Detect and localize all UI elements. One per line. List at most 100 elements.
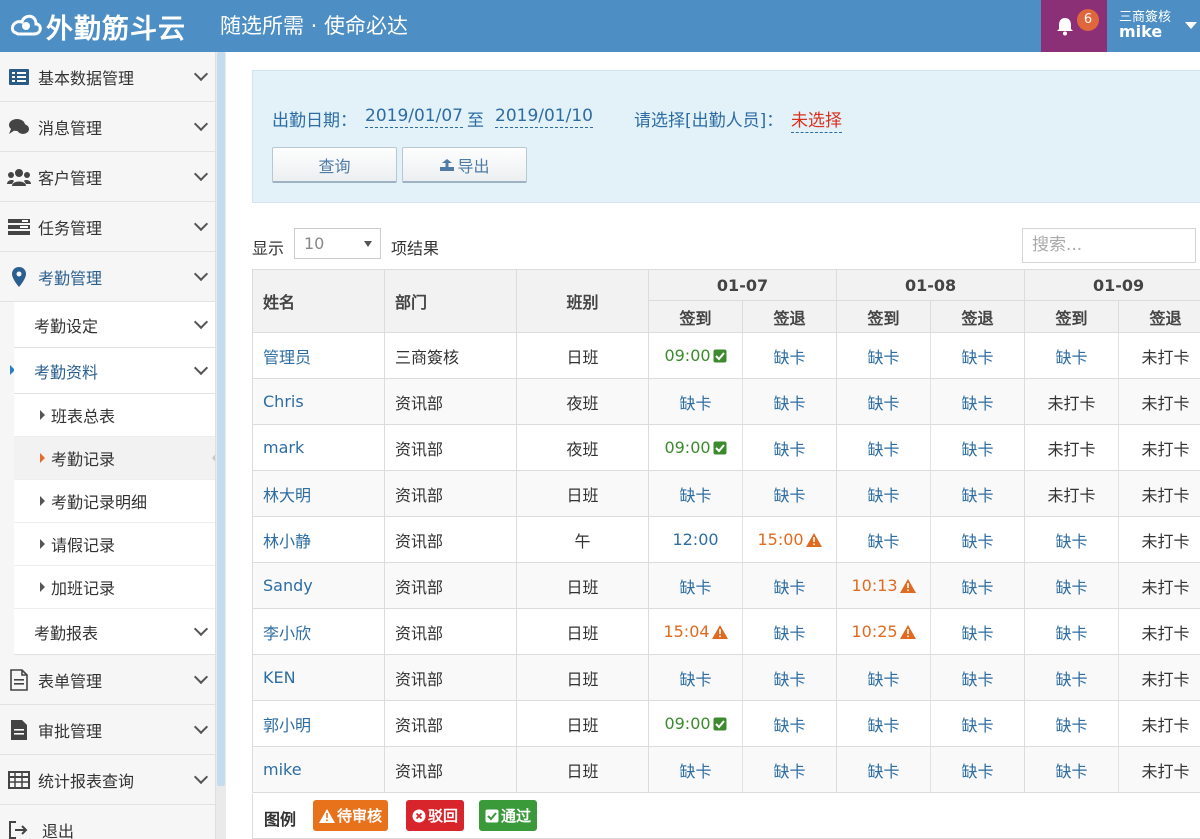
sidebar-item-customers[interactable]: 客户管理 xyxy=(0,152,215,202)
check-in-cell[interactable]: 缺卡 xyxy=(836,470,932,517)
attendance-status: 缺卡 xyxy=(773,669,806,689)
employee-name-link[interactable]: mark xyxy=(252,424,385,471)
sidebar-leaf-overtime-records[interactable]: 加班记录 xyxy=(14,566,215,609)
check-in-cell[interactable]: 缺卡 xyxy=(836,332,932,379)
employee-name-link[interactable]: 林大明 xyxy=(252,470,385,517)
sidebar-item-messages[interactable]: 消息管理 xyxy=(0,102,215,152)
brand-logo[interactable]: 外勤筋斗云 xyxy=(8,4,186,48)
attendance-status: 缺卡 xyxy=(867,347,900,367)
check-in-cell[interactable]: 缺卡 xyxy=(648,378,743,425)
sidebar-sub-attendance-report[interactable]: 考勤报表 xyxy=(14,609,215,655)
check-out-cell[interactable]: 缺卡 xyxy=(742,654,838,701)
check-in-cell[interactable]: 缺卡 xyxy=(1024,562,1120,609)
check-out-cell[interactable]: 缺卡 xyxy=(930,608,1026,655)
sidebar-item-forms[interactable]: 表单管理 xyxy=(0,655,215,705)
check-out-cell[interactable]: 缺卡 xyxy=(930,562,1026,609)
sidebar-sub-attendance-data[interactable]: 考勤资料 xyxy=(14,348,215,394)
sidebar-item-approval[interactable]: 审批管理 xyxy=(0,705,215,755)
sidebar-sub-attendance-settings[interactable]: 考勤设定 xyxy=(14,302,215,348)
check-out-cell[interactable]: 缺卡 xyxy=(742,378,838,425)
col-header-dept[interactable]: 部门 xyxy=(384,269,517,333)
employee-name-link[interactable]: 李小欣 xyxy=(252,608,385,655)
sidebar-item-basic-data[interactable]: 基本数据管理 xyxy=(0,52,215,102)
check-in-cell[interactable]: 09:00 xyxy=(648,424,743,471)
user-menu[interactable]: 三商簽核 mike xyxy=(1107,0,1200,52)
check-out-cell[interactable]: 15:00 xyxy=(742,516,838,563)
check-out-cell[interactable]: 缺卡 xyxy=(930,516,1026,563)
check-out-cell: 未打卡 xyxy=(1118,516,1200,563)
page-size-select[interactable]: 10 xyxy=(294,228,381,259)
col-header-shift[interactable]: 班别 xyxy=(516,269,649,333)
query-button[interactable]: 查询 xyxy=(272,147,397,183)
person-select[interactable]: 未选择 xyxy=(791,106,842,133)
check-out-cell[interactable]: 缺卡 xyxy=(930,746,1026,793)
notifications-button[interactable]: 6 xyxy=(1041,0,1107,52)
table-row: Sandy 资讯部 日班 缺卡 缺卡 10:13 缺卡 缺卡 未打卡 xyxy=(252,562,1200,609)
check-in-cell[interactable]: 09:00 xyxy=(648,332,743,379)
employee-name-link[interactable]: 郭小明 xyxy=(252,700,385,747)
check-out-cell[interactable]: 缺卡 xyxy=(930,424,1026,471)
check-in-cell[interactable]: 10:25 xyxy=(836,608,932,655)
check-out-cell[interactable]: 缺卡 xyxy=(930,470,1026,517)
sidebar-item-tasks[interactable]: 任务管理 xyxy=(0,202,215,252)
employee-name-link[interactable]: Sandy xyxy=(252,562,385,609)
check-in-cell[interactable]: 缺卡 xyxy=(1024,332,1120,379)
sidebar-item-reports[interactable]: 统计报表查询 xyxy=(0,755,215,805)
export-button[interactable]: 导出 xyxy=(402,147,527,183)
attendance-status: 10:25 xyxy=(851,622,898,641)
attendance-status: 缺卡 xyxy=(1055,761,1088,781)
check-out-cell[interactable]: 缺卡 xyxy=(742,746,838,793)
check-in-cell[interactable]: 15:04 xyxy=(648,608,743,655)
col-header-name[interactable]: 姓名 xyxy=(252,269,385,333)
check-out-cell[interactable]: 缺卡 xyxy=(742,700,838,747)
check-in-cell[interactable]: 缺卡 xyxy=(1024,608,1120,655)
check-in-cell[interactable]: 缺卡 xyxy=(648,470,743,517)
check-out-cell[interactable]: 缺卡 xyxy=(742,332,838,379)
sidebar-leaf-schedule[interactable]: 班表总表 xyxy=(14,394,215,437)
attendance-status: 缺卡 xyxy=(961,531,994,551)
check-in-cell[interactable]: 缺卡 xyxy=(836,654,932,701)
check-in-cell[interactable]: 10:13 xyxy=(836,562,932,609)
check-out-cell[interactable]: 缺卡 xyxy=(742,424,838,471)
check-in-cell[interactable]: 缺卡 xyxy=(836,516,932,563)
employee-name-link[interactable]: Chris xyxy=(252,378,385,425)
check-in-cell[interactable]: 缺卡 xyxy=(1024,516,1120,563)
check-out-cell[interactable]: 缺卡 xyxy=(930,378,1026,425)
attendance-status: 缺卡 xyxy=(961,715,994,735)
check-out-cell[interactable]: 缺卡 xyxy=(742,562,838,609)
check-out-cell[interactable]: 缺卡 xyxy=(930,654,1026,701)
sidebar-scrollbar-thumb[interactable] xyxy=(217,52,225,786)
check-out-cell[interactable]: 缺卡 xyxy=(742,470,838,517)
employee-name-link[interactable]: KEN xyxy=(252,654,385,701)
check-in-cell[interactable]: 09:00 xyxy=(648,700,743,747)
sidebar-item-logout[interactable]: 退出 xyxy=(0,805,215,839)
check-in-cell[interactable]: 缺卡 xyxy=(836,424,932,471)
date-to-field[interactable]: 2019/01/10 xyxy=(495,106,593,128)
sidebar-leaf-attendance-records[interactable]: 考勤记录 xyxy=(14,437,215,480)
chevron-down-icon xyxy=(193,360,209,376)
employee-name-link[interactable]: 林小静 xyxy=(252,516,385,563)
employee-name-link[interactable]: mike xyxy=(252,746,385,793)
sidebar-leaf-leave-records[interactable]: 请假记录 xyxy=(14,523,215,566)
check-in-cell[interactable]: 12:00 xyxy=(648,516,743,563)
check-in-cell[interactable]: 缺卡 xyxy=(648,562,743,609)
check-in-cell[interactable]: 缺卡 xyxy=(1024,654,1120,701)
date-from-field[interactable]: 2019/01/07 xyxy=(365,106,463,128)
check-in-cell[interactable]: 缺卡 xyxy=(836,378,932,425)
attendance-status: 未打卡 xyxy=(1141,439,1190,459)
employee-name-link[interactable]: 管理员 xyxy=(252,332,385,379)
sidebar-item-attendance[interactable]: 考勤管理 xyxy=(0,252,215,302)
check-in-cell[interactable]: 缺卡 xyxy=(836,746,932,793)
check-in-cell[interactable]: 缺卡 xyxy=(648,654,743,701)
attendance-status: 缺卡 xyxy=(961,393,994,413)
check-in-cell[interactable]: 缺卡 xyxy=(648,746,743,793)
check-out-cell[interactable]: 缺卡 xyxy=(930,700,1026,747)
check-in-cell[interactable]: 缺卡 xyxy=(836,700,932,747)
sidebar-leaf-record-details[interactable]: 考勤记录明细 xyxy=(14,480,215,523)
check-in-cell[interactable]: 缺卡 xyxy=(1024,746,1120,793)
check-in-cell[interactable]: 缺卡 xyxy=(1024,700,1120,747)
check-out-cell[interactable]: 缺卡 xyxy=(742,608,838,655)
search-input[interactable]: 搜索... xyxy=(1022,228,1196,263)
check-out-cell: 未打卡 xyxy=(1118,700,1200,747)
check-out-cell[interactable]: 缺卡 xyxy=(930,332,1026,379)
